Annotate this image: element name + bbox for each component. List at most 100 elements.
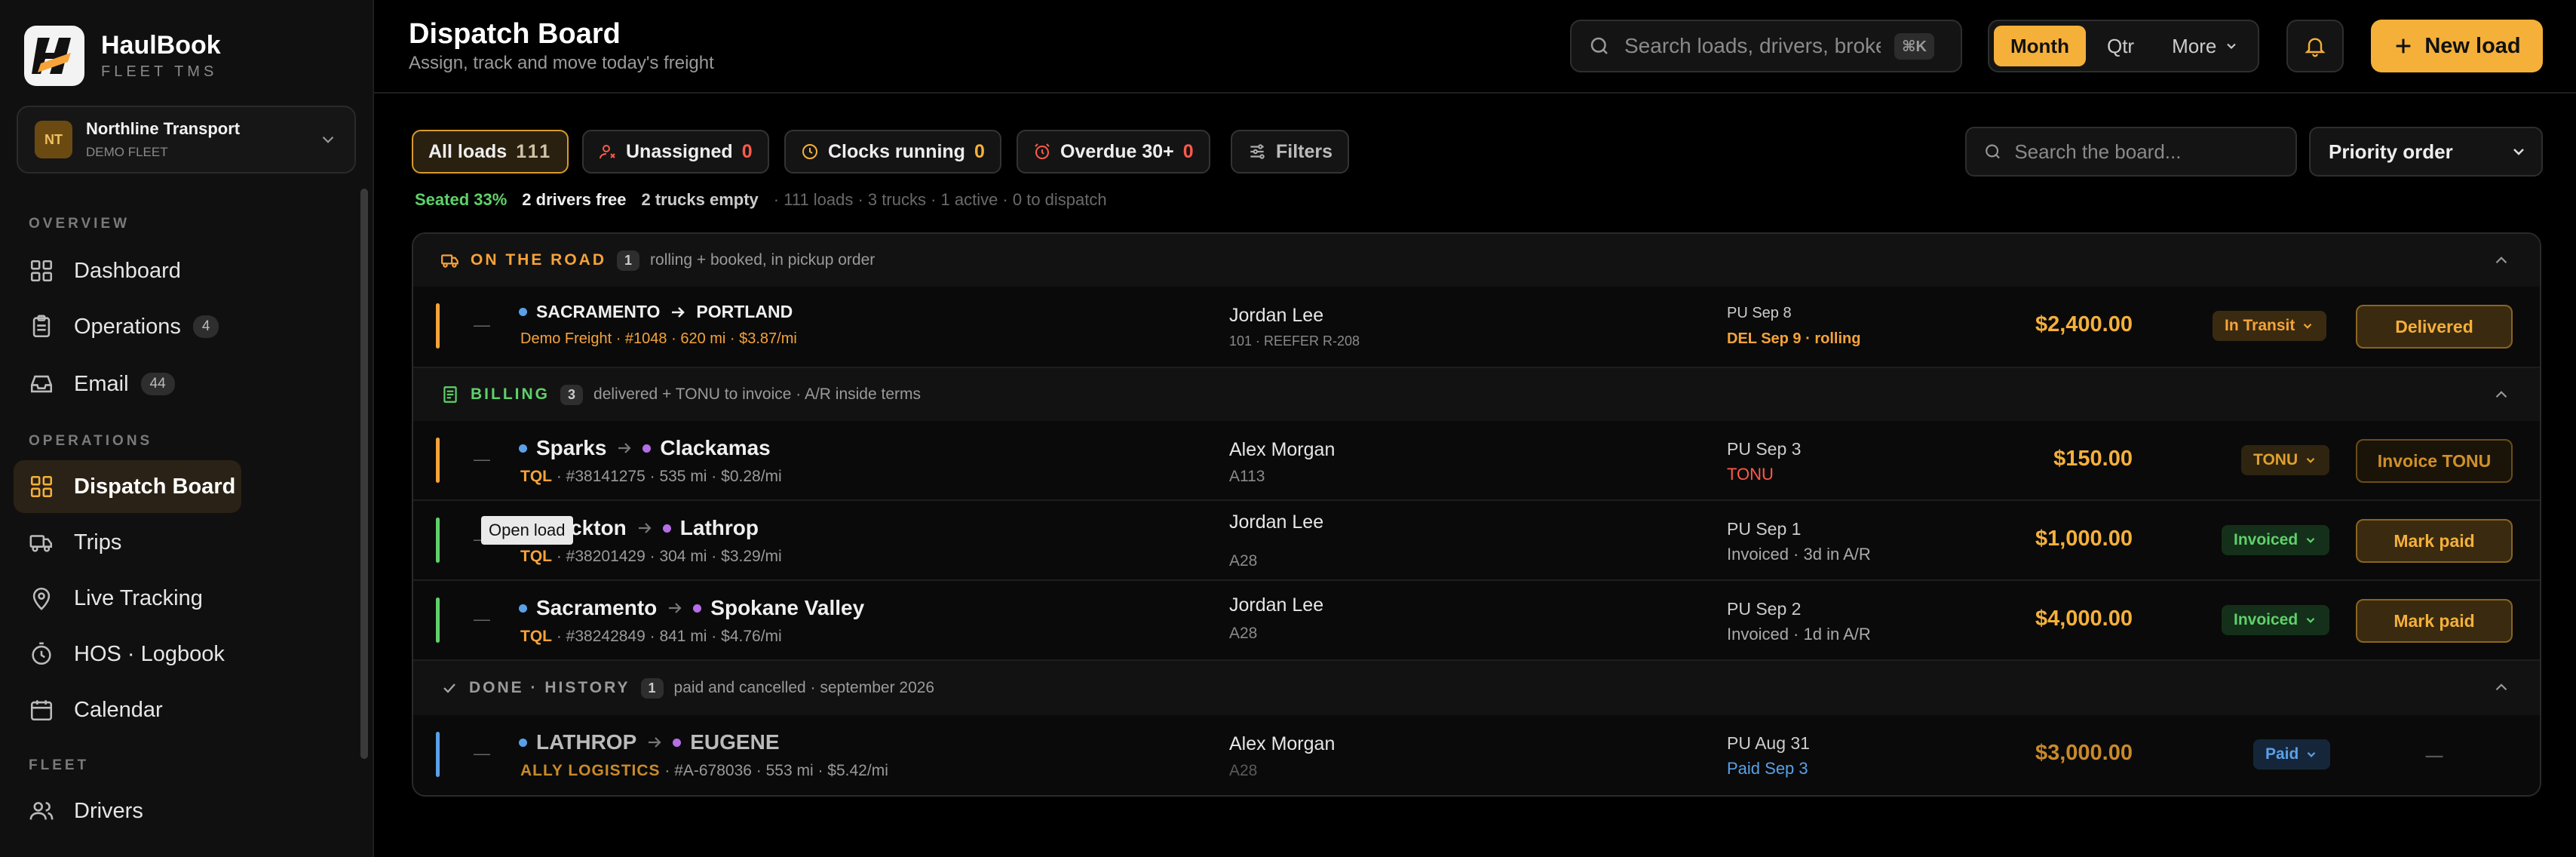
driver-name[interactable]: Jordan Lee xyxy=(1229,594,1323,616)
pickup-date: PU Aug 31 xyxy=(1727,733,1810,753)
new-load-button[interactable]: New load xyxy=(2371,20,2543,72)
chip-filters[interactable]: Filters xyxy=(1231,130,1350,174)
route[interactable]: Sacramento Spokane Valley xyxy=(519,596,864,620)
amount: $4,000.00 xyxy=(2035,607,2133,631)
chevron-up-icon[interactable] xyxy=(2492,677,2511,697)
haulbook-logo-icon xyxy=(24,26,84,86)
nav-operations[interactable]: Operations 4 xyxy=(14,300,241,353)
chip-all-loads[interactable]: All loads 111 xyxy=(412,130,569,174)
group-count: 1 xyxy=(617,250,640,271)
search-icon xyxy=(1590,37,1608,54)
search-shortcut: ⌘K xyxy=(1894,32,1934,60)
board-search-input[interactable] xyxy=(2014,140,2279,164)
nav-drivers[interactable]: Drivers xyxy=(14,785,241,837)
origin: LATHROP xyxy=(536,730,637,754)
mark-paid-button[interactable]: Mark paid xyxy=(2356,519,2513,563)
nav-dashboard-label: Dashboard xyxy=(74,258,181,283)
row-status-bar xyxy=(436,518,440,563)
route[interactable]: LATHROP EUGENE xyxy=(519,730,780,754)
status-badge[interactable]: TONU xyxy=(2241,445,2330,475)
chip-unassigned-count: 0 xyxy=(741,140,753,162)
mark-paid-button[interactable]: Mark paid xyxy=(2356,599,2513,643)
table-row[interactable]: — SACRAMENTO PORTLAND Demo Freight · #10… xyxy=(413,287,2540,368)
period-qtr[interactable]: Qtr xyxy=(2090,26,2151,66)
section-operations: OPERATIONS xyxy=(29,433,153,449)
chip-clocks-running-count: 0 xyxy=(974,140,985,162)
board-search[interactable] xyxy=(1965,127,2297,177)
chip-unassigned[interactable]: Unassigned 0 xyxy=(582,130,769,174)
driver-name[interactable]: Alex Morgan xyxy=(1229,733,1335,755)
row-select[interactable]: — xyxy=(474,744,490,763)
amount: $150.00 xyxy=(2053,447,2133,471)
driver-name[interactable]: Jordan Lee xyxy=(1229,511,1323,533)
table-row[interactable]: — Stockton Lathrop TQL · #38201429 · 304… xyxy=(413,501,2540,581)
arrow-right-icon xyxy=(672,306,685,318)
row-select[interactable]: — xyxy=(474,315,490,335)
route[interactable]: SACRAMENTO PORTLAND xyxy=(519,302,793,322)
chevron-up-icon[interactable] xyxy=(2492,250,2511,270)
nav-dispatch-board[interactable]: Dispatch Board xyxy=(14,460,241,513)
nav-operations-count: 4 xyxy=(192,315,219,338)
row-select[interactable]: — xyxy=(474,610,490,629)
sort-select[interactable]: Priority order xyxy=(2309,127,2543,177)
group-header-done-history[interactable]: DONE · HISTORY 1 paid and cancelled · se… xyxy=(413,661,2540,715)
nav-hos-logbook[interactable]: HOS · Logbook xyxy=(14,628,241,680)
status-badge[interactable]: Invoiced xyxy=(2222,605,2330,635)
nav-email[interactable]: Email 44 xyxy=(14,358,241,410)
truck-info: A28 xyxy=(1229,552,1258,570)
status-badge[interactable]: Paid xyxy=(2253,739,2331,769)
chevron-up-icon[interactable] xyxy=(2492,385,2511,404)
nav-dashboard[interactable]: Dashboard xyxy=(14,244,241,297)
nav-calendar[interactable]: Calendar xyxy=(14,683,241,736)
sort-value: Priority order xyxy=(2329,140,2453,163)
brand[interactable]: HaulBook FLEET TMS xyxy=(24,26,221,86)
chevron-down-icon xyxy=(2306,537,2315,543)
origin: Sacramento xyxy=(536,596,658,619)
status-badge[interactable]: Invoiced xyxy=(2222,525,2330,555)
delivered-button[interactable]: Delivered xyxy=(2356,305,2513,349)
app: { "brand":{"name":"HaulBook","sub":"FLEE… xyxy=(0,0,2576,857)
org-subtitle: DEMO FLEET xyxy=(86,145,168,159)
global-search-input[interactable] xyxy=(1624,34,1881,58)
period-month[interactable]: Month xyxy=(1994,26,2086,66)
sidebar-scrollbar[interactable] xyxy=(360,189,368,759)
table-row[interactable]: — LATHROP EUGENE ALLY LOGISTICS · #A-678… xyxy=(413,715,2540,795)
chevron-down-icon xyxy=(322,136,334,143)
org-switcher[interactable]: NT Northline Transport DEMO FLEET xyxy=(17,106,356,174)
table-row[interactable]: — Sacramento Spokane Valley TQL · #38242… xyxy=(413,581,2540,661)
nav-live-tracking[interactable]: Live Tracking xyxy=(14,572,241,625)
pickup-date: PU Sep 8 xyxy=(1727,305,1792,321)
nav-drivers-label: Drivers xyxy=(74,798,143,823)
driver-name[interactable]: Jordan Lee xyxy=(1229,305,1323,327)
stat-drivers-free: 2 drivers free xyxy=(522,190,627,209)
origin: Sparks xyxy=(536,436,607,459)
no-action: — xyxy=(2425,745,2443,765)
chevron-down-icon xyxy=(2308,751,2316,757)
nav-trips[interactable]: Trips xyxy=(14,516,241,569)
clipboard-icon xyxy=(32,315,51,338)
status-label: Invoiced xyxy=(2234,531,2298,548)
driver-name[interactable]: Alex Morgan xyxy=(1229,439,1335,461)
global-search[interactable]: ⌘K xyxy=(1570,20,1962,72)
route[interactable]: Sparks Clackamas xyxy=(519,436,771,460)
group-header-billing[interactable]: BILLING 3 delivered + TONU to invoice · … xyxy=(413,368,2540,421)
inbox-icon xyxy=(30,375,53,393)
chip-clocks-running[interactable]: Clocks running 0 xyxy=(784,130,1001,174)
notifications-button[interactable] xyxy=(2286,20,2344,72)
table-row[interactable]: — Sparks Clackamas TQL · #38141275 · 535… xyxy=(413,421,2540,501)
broker: TQL xyxy=(520,468,552,485)
invoice-tonu-button[interactable]: Invoice TONU xyxy=(2356,439,2513,483)
destination-dot xyxy=(662,524,671,533)
group-label: ON THE ROAD xyxy=(471,251,606,269)
group-description: paid and cancelled · september 2026 xyxy=(673,679,935,696)
chip-overdue[interactable]: Overdue 30+ 0 xyxy=(1017,130,1210,174)
group-header-on-the-road[interactable]: ON THE ROAD 1 rolling + booked, in picku… xyxy=(413,234,2540,287)
broker: Demo Freight xyxy=(520,330,612,347)
group-count: 3 xyxy=(560,384,584,405)
period-more[interactable]: More xyxy=(2155,26,2256,66)
origin-dot xyxy=(519,738,527,747)
billing-status: TONU xyxy=(1727,465,1774,484)
row-select[interactable]: — xyxy=(474,450,490,469)
check-icon xyxy=(443,683,455,693)
status-badge[interactable]: In Transit xyxy=(2213,311,2327,341)
